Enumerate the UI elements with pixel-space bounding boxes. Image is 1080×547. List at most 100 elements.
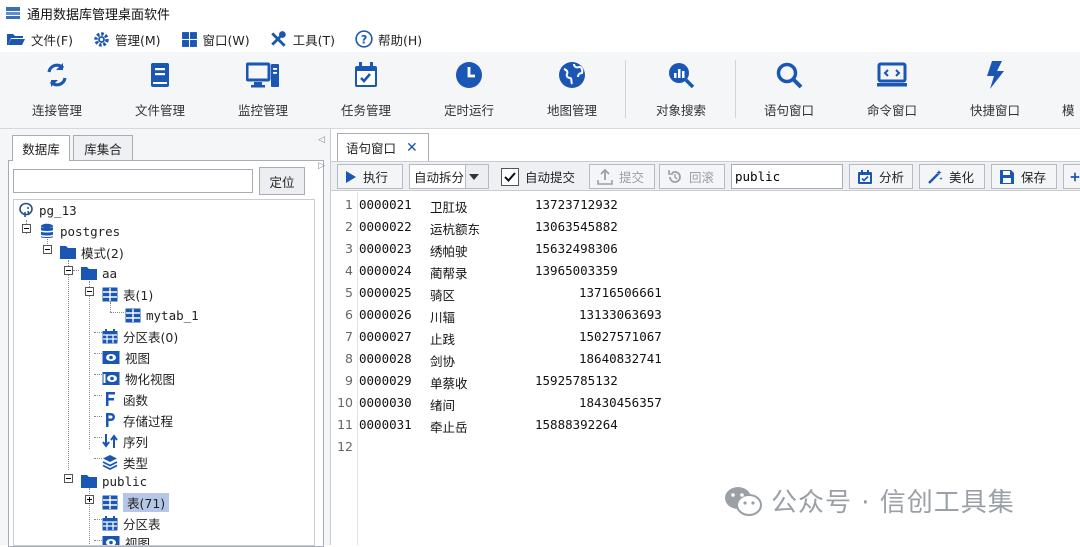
view-icon (102, 350, 120, 364)
schema-input[interactable] (731, 164, 843, 189)
folder-icon (81, 267, 97, 280)
tree-node-label: postgres (60, 223, 121, 239)
command-window-label: 命令窗口 (866, 103, 917, 118)
tab-database[interactable]: 数据库 (12, 135, 70, 161)
app-logo-icon (6, 7, 20, 19)
more-button[interactable] (1063, 164, 1080, 189)
monitor-manage-button[interactable]: 监控管理 (228, 58, 298, 122)
folder-open-icon (7, 34, 25, 45)
close-icon[interactable]: ✕ (406, 140, 418, 156)
tab-database-collection[interactable]: 库集合 (73, 135, 133, 161)
code-name: 止践 (430, 332, 456, 347)
partition-table-icon (102, 515, 118, 530)
tree-node-materialized-views[interactable]: 物化视图 (102, 368, 175, 388)
save-button[interactable]: 保存 (991, 164, 1057, 189)
locate-input[interactable] (13, 169, 253, 193)
line-number: 5 (345, 285, 353, 300)
main-toolbar: 连接管理 文件管理 监控管理 任务管理 定时运行 地图管理 对象搜索 语句窗口 … (0, 52, 1080, 129)
tree-node-schema-aa[interactable]: aa (81, 263, 117, 283)
tree-node-functions[interactable]: 函数 (102, 389, 148, 409)
tree-node-mytab1[interactable]: mytab_1 (125, 305, 199, 325)
tree-node-label: 分区表 (123, 516, 161, 532)
collapse-toggle[interactable] (43, 245, 52, 254)
tree-node-public-views[interactable]: 视图 (102, 532, 150, 545)
quick-window-button[interactable]: 快捷窗口 (960, 58, 1030, 122)
beautify-button[interactable]: 美化 (919, 164, 985, 189)
object-search-button[interactable]: 对象搜索 (646, 58, 716, 122)
toolbar-overflow-button[interactable]: 模 (1062, 58, 1080, 122)
auto-commit-label: 自动提交 (525, 170, 576, 185)
analyze-button[interactable]: 分析 (849, 164, 913, 189)
line-number: 7 (345, 329, 353, 344)
tree-node-pg13[interactable]: pg_13 (18, 200, 77, 220)
tab-sql-window[interactable]: 语句窗口 ✕ (337, 133, 429, 161)
execute-button[interactable]: 执行 (337, 164, 403, 189)
partition-table-icon (102, 328, 118, 343)
tree-node-schemas[interactable]: 模式(2) (60, 242, 124, 262)
task-manage-button[interactable]: 任务管理 (331, 58, 401, 122)
code-id: 0000022 (359, 219, 412, 234)
tree-node-types[interactable]: 类型 (102, 452, 148, 472)
function-icon (106, 392, 115, 406)
tree-node-tables[interactable]: 表(1) (102, 284, 153, 304)
tree-node-views[interactable]: 视图 (102, 347, 150, 367)
rollback-button[interactable]: 回滚 (659, 164, 725, 189)
code-id: 0000023 (359, 241, 412, 256)
sequence-icon (102, 434, 118, 448)
tree-node-schema-public[interactable]: public (81, 471, 147, 491)
map-manage-label: 地图管理 (546, 103, 597, 118)
split-mode-select[interactable]: 自动拆分 (409, 164, 489, 189)
menu-manage[interactable]: 管理(M) (93, 30, 161, 49)
sql-window-button[interactable]: 语句窗口 (754, 58, 824, 122)
table-icon (102, 495, 118, 509)
wechat-icon (725, 486, 762, 516)
quick-window-label: 快捷窗口 (969, 103, 1020, 118)
line-number: 10 (337, 395, 353, 410)
sql-window-label: 语句窗口 (763, 103, 814, 118)
auto-commit-checkbox[interactable]: 自动提交 (497, 164, 583, 189)
tree-node-public-tables[interactable]: 表(71) (102, 492, 170, 512)
connection-manage-button[interactable]: 连接管理 (22, 58, 92, 122)
collapse-toggle[interactable] (85, 287, 94, 296)
code-phone: 13133063693 (579, 307, 662, 322)
menu-help[interactable]: ? 帮助(H) (355, 30, 422, 49)
analyze-label: 分析 (879, 170, 905, 185)
locate-button[interactable]: 定位 (259, 167, 305, 195)
tree-node-sequences[interactable]: 序列 (102, 431, 148, 451)
commit-button[interactable]: 提交 (589, 164, 655, 189)
panel-splitter[interactable]: ◁ ▷ (318, 135, 328, 175)
code-id: 0000028 (359, 351, 412, 366)
title-bar: 通用数据库管理桌面软件 (0, 0, 1080, 26)
tree-node-label: aa (102, 265, 118, 281)
code-phone: 15632498306 (535, 241, 618, 256)
tree-node-label: 分区表(0) (123, 329, 179, 345)
commit-label: 提交 (619, 170, 645, 185)
menu-window[interactable]: 窗口(W) (181, 30, 250, 49)
file-manage-button[interactable]: 文件管理 (125, 58, 195, 122)
folder-icon (81, 475, 97, 488)
windows-icon (181, 31, 197, 47)
line-number: 2 (345, 219, 353, 234)
collapse-toggle[interactable] (64, 474, 73, 483)
menu-file[interactable]: 文件(F) (6, 30, 73, 49)
tree-node-postgres[interactable]: postgres (39, 221, 120, 241)
expand-toggle[interactable] (85, 495, 94, 504)
menu-file-label: 文件(F) (31, 32, 73, 48)
elephant-icon (19, 202, 33, 217)
tab-sql-window-label: 语句窗口 (346, 141, 397, 156)
scheduled-run-label: 定时运行 (443, 103, 494, 118)
command-window-button[interactable]: 命令窗口 (857, 58, 927, 122)
object-tree: pg_13 postgres 模式(2) aa 表(1) mytab_1 分区表… (13, 199, 315, 546)
line-number: 6 (345, 307, 353, 322)
database-icon (41, 223, 53, 238)
collapse-toggle[interactable] (64, 266, 73, 275)
bolt-icon (987, 61, 1004, 89)
tree-node-partition-tables[interactable]: 分区表(0) (102, 326, 178, 346)
map-manage-button[interactable]: 地图管理 (537, 58, 607, 122)
tree-node-public-partition-tables[interactable]: 分区表 (102, 513, 161, 533)
menu-tools[interactable]: 工具(T) (270, 30, 335, 49)
tree-node-procedures[interactable]: 存储过程 (102, 410, 173, 430)
book-icon (151, 63, 169, 87)
collapse-toggle[interactable] (22, 224, 31, 233)
scheduled-run-button[interactable]: 定时运行 (434, 58, 504, 122)
